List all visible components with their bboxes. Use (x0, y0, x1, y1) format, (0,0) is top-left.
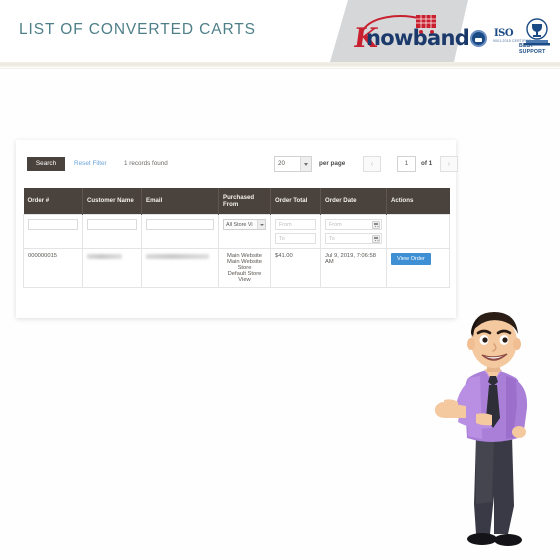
grid-toolbar: Search Reset Filter 1 records found 20 p… (16, 140, 458, 188)
filter-date-to-text: To (329, 235, 335, 242)
trust-badges: ISO 9001:2015 CERTIFIED BEST SUPPORT (470, 18, 556, 55)
calendar-icon[interactable] (372, 220, 380, 229)
cell-purchased-from: Main Website Main Website Store Default … (218, 247, 271, 288)
filter-cell-order (23, 213, 83, 249)
column-header-customer-name[interactable]: Customer Name (82, 188, 142, 214)
filter-total-to-input[interactable]: To (275, 232, 316, 244)
filter-total-from-input[interactable]: From (275, 218, 316, 230)
businessman-mascot (434, 312, 528, 546)
filter-date-from-text: From (329, 221, 342, 228)
header-divider (0, 62, 560, 69)
filter-date-to-input[interactable]: To (325, 232, 382, 244)
total-pages-label: of 1 (421, 160, 433, 167)
view-order-button[interactable]: View Order (391, 252, 431, 265)
cell-email (141, 247, 219, 288)
logo-wordmark: nowband (366, 26, 470, 50)
filter-cell-order-total: From To (270, 213, 321, 249)
next-page-button[interactable]: › (440, 156, 458, 172)
orders-grid: Order # Customer Name Email Purchased Fr… (23, 188, 450, 288)
per-page-label: per page (319, 160, 346, 167)
chevron-down-icon (257, 219, 265, 229)
redacted-customer-name (87, 253, 122, 259)
page-number-input[interactable]: 1 (397, 156, 416, 172)
filter-store-select[interactable]: All Store Vi (223, 218, 266, 230)
cell-customer-name (82, 247, 142, 288)
column-header-order[interactable]: Order # (23, 188, 83, 214)
column-header-email[interactable]: Email (141, 188, 219, 214)
per-page-select[interactable]: 20 (274, 156, 312, 172)
records-found-label: 1 records found (124, 160, 168, 167)
column-header-purchased-from[interactable]: Purchased From (218, 188, 271, 214)
knowband-logo: K nowband (352, 12, 470, 54)
filter-cell-store: All Store Vi (218, 213, 271, 249)
filter-order-input[interactable] (28, 218, 78, 230)
filter-cell-email (141, 213, 219, 249)
cell-order-date: Jul 9, 2019, 7:06:58 AM (320, 247, 387, 288)
filter-customer-input[interactable] (87, 218, 137, 230)
cell-order-number: 000000015 (23, 247, 83, 288)
search-button[interactable]: Search (27, 157, 65, 171)
column-header-actions: Actions (386, 188, 450, 214)
filter-cell-customer (82, 213, 142, 249)
secure-seal-badge (470, 30, 487, 47)
filter-email-input[interactable] (146, 218, 214, 230)
table-row[interactable]: 000000015 Main Website Main Website Stor… (23, 247, 450, 288)
redacted-email (146, 253, 209, 259)
column-header-order-total[interactable]: Order Total (270, 188, 321, 214)
reset-filter-link[interactable]: Reset Filter (74, 160, 107, 167)
converted-carts-panel: Search Reset Filter 1 records found 20 p… (16, 140, 458, 318)
per-page-value: 20 (278, 160, 285, 167)
chevron-down-icon (300, 157, 311, 171)
page-root: LIST OF CONVERTED CARTS K nowband ISO 90… (0, 0, 560, 560)
cell-order-total: $41.00 (270, 247, 321, 288)
grid-filter-row: All Store Vi From To From To (23, 213, 450, 249)
best-support-label: BEST SUPPORT (519, 43, 546, 55)
previous-page-button[interactable]: ‹ (363, 156, 381, 172)
column-header-order-date[interactable]: Order Date (320, 188, 387, 214)
grid-header-row: Order # Customer Name Email Purchased Fr… (23, 188, 450, 214)
orders-grid-wrapper: Order # Customer Name Email Purchased Fr… (23, 188, 450, 288)
calendar-icon[interactable] (372, 234, 380, 243)
filter-cell-actions (386, 213, 450, 249)
page-title: LIST OF CONVERTED CARTS (19, 21, 256, 38)
cell-actions: View Order (386, 247, 450, 288)
filter-store-value: All Store Vi (226, 221, 253, 228)
page-header: LIST OF CONVERTED CARTS K nowband ISO 90… (0, 0, 560, 62)
iso-badge: ISO (494, 28, 514, 39)
filter-date-from-input[interactable]: From (325, 218, 382, 230)
filter-cell-order-date: From To (320, 213, 387, 249)
